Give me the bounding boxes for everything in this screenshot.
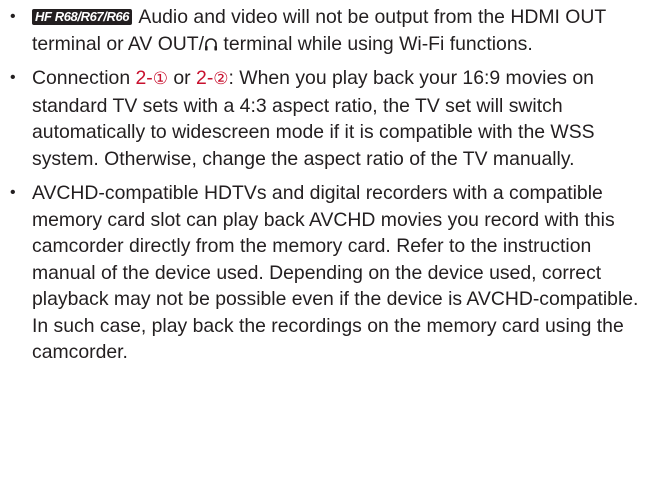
bullet: • xyxy=(10,184,16,201)
connection-ref-circle: ② xyxy=(213,69,229,89)
note-text: Connection 2-① or 2-②: When you play bac… xyxy=(32,65,645,172)
connection-ref-1[interactable]: 2-① xyxy=(136,67,169,89)
note-text-part: terminal while using Wi-Fi functions. xyxy=(218,32,533,55)
notes-list: • HF R68/R67/R66 Audio and video will no… xyxy=(8,4,645,366)
model-badge: HF R68/R67/R66 xyxy=(32,9,133,25)
connection-ref-number: 2- xyxy=(196,67,214,89)
connection-ref-number: 2- xyxy=(135,67,153,89)
note-text-part: Connection xyxy=(32,67,136,89)
manual-page: • HF R68/R67/R66 Audio and video will no… xyxy=(0,0,663,486)
note-text-part: or xyxy=(168,67,197,89)
note-item-wifi-output: • HF R68/R67/R66 Audio and video will no… xyxy=(8,4,645,57)
connection-ref-2[interactable]: 2-② xyxy=(196,67,229,89)
headphone-icon xyxy=(204,36,218,52)
note-text: AVCHD-compatible HDTVs and digital recor… xyxy=(32,182,639,363)
bullet: • xyxy=(10,8,16,25)
bullet: • xyxy=(10,69,16,86)
note-item-avchd: • AVCHD-compatible HDTVs and digital rec… xyxy=(8,180,645,366)
note-item-aspect-ratio: • Connection 2-① or 2-②: When you play b… xyxy=(8,65,645,172)
connection-ref-circle: ① xyxy=(152,69,168,89)
note-text: HF R68/R67/R66 Audio and video will not … xyxy=(32,4,645,57)
